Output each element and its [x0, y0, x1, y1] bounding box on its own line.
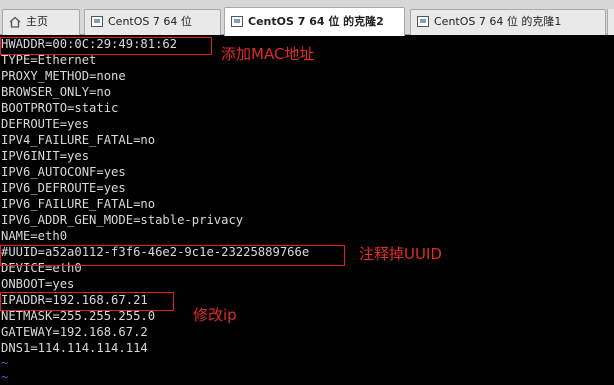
- terminal-line: NAME=eth0: [1, 229, 68, 243]
- tab-label: CentOS 7 64 位 的克隆2: [248, 15, 384, 28]
- tab-bar: 主页 CentOS 7 64 位 CentOS 7 64 位 的克隆2 Cent…: [0, 0, 614, 36]
- terminal-line: IPV6_AUTOCONF=yes: [1, 165, 126, 179]
- tilde-line: ~: [1, 370, 9, 384]
- mac-highlight-box: [0, 37, 212, 55]
- terminal-line: IPV6_ADDR_GEN_MODE=stable-privacy: [1, 213, 244, 227]
- ip-annotation: 修改ip: [193, 306, 237, 324]
- tab-label: CentOS 7 64 位: [108, 15, 192, 28]
- terminal-screen[interactable]: HWADDR=00:0C:29:49:81:62 TYPE=Ethernet P…: [0, 36, 614, 384]
- terminal-line: PROXY_METHOD=none: [1, 69, 126, 83]
- terminal-line: DNS1=114.114.114.114: [1, 341, 148, 355]
- tab-label: 主页: [26, 15, 48, 28]
- uuid-highlight-box: [0, 245, 345, 266]
- tab-centos-clone1[interactable]: CentOS 7 64 位 的克隆1: [410, 9, 606, 35]
- vm-icon: [231, 16, 243, 28]
- ip-highlight-box: [0, 292, 174, 311]
- terminal-line: IPV6_FAILURE_FATAL=no: [1, 197, 156, 211]
- home-icon: [9, 16, 21, 28]
- terminal-line: DEFROUTE=yes: [1, 117, 90, 131]
- terminal-line: GATEWAY=192.168.67.2: [1, 325, 148, 339]
- tab-overflow-edge: [607, 9, 614, 35]
- terminal-line: BROWSER_ONLY=no: [1, 85, 112, 99]
- uuid-annotation: 注释掉UUID: [359, 245, 442, 263]
- vm-icon: [91, 16, 103, 28]
- tab-home[interactable]: 主页: [2, 9, 80, 35]
- vm-icon: [417, 16, 429, 28]
- terminal-line: BOOTPROTO=static: [1, 101, 119, 115]
- tab-label: CentOS 7 64 位 的克隆1: [434, 15, 562, 28]
- tab-centos-7-64[interactable]: CentOS 7 64 位: [84, 9, 221, 35]
- terminal-line: IPV4_FAILURE_FATAL=no: [1, 133, 156, 147]
- tab-centos-clone2[interactable]: CentOS 7 64 位 的克隆2: [224, 7, 405, 36]
- terminal-line: ONBOOT=yes: [1, 277, 75, 291]
- terminal-line: IPV6_DEFROUTE=yes: [1, 181, 126, 195]
- mac-annotation: 添加MAC地址: [221, 45, 315, 63]
- terminal-line: IPV6INIT=yes: [1, 149, 90, 163]
